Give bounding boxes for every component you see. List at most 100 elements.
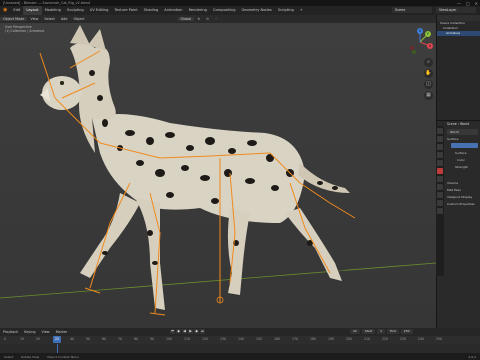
frame-tick: 180 — [310, 337, 317, 341]
viewport-info: User Perspective (1) Collection | Armatu… — [5, 25, 44, 33]
frame-tick: 220 — [382, 337, 389, 341]
physics-tab-icon[interactable] — [437, 192, 443, 198]
viewport-header: Object Mode View Select Add Object Globa… — [0, 15, 436, 23]
frame-tick: 110 — [184, 337, 191, 341]
frame-tick: 70 — [118, 337, 123, 341]
workspace-tab[interactable]: Modeling — [42, 6, 64, 15]
timeline-body[interactable] — [0, 344, 480, 353]
navigation-gizmo[interactable]: X Y Z — [405, 28, 435, 56]
timeline-ruler[interactable]: 0 10 20 40 50 60 70 80 90 100 110 120 13… — [0, 336, 480, 344]
add-menu[interactable]: Add — [58, 17, 71, 21]
frame-tick: 250 — [436, 337, 443, 341]
frame-tick: 40 — [70, 337, 75, 341]
workspace-tab[interactable]: UV Editing — [87, 6, 112, 15]
world-tab-icon[interactable] — [437, 168, 443, 174]
minimize-button[interactable]: — — [457, 1, 461, 6]
viewport-nav-buttons: ⌕ ✋ ◫ ▦ — [424, 58, 434, 100]
object-menu[interactable]: Object — [70, 17, 87, 21]
end-frame-field[interactable]: 250 — [400, 329, 413, 334]
blender-logo-icon[interactable]: ◉ — [0, 6, 10, 15]
playback-controls: ⏮ ◆ ◀ ▶ ◆ ⏭ — [170, 329, 205, 334]
render-tab-icon[interactable] — [437, 136, 443, 142]
pan-icon[interactable]: ✋ — [424, 69, 433, 78]
select-menu[interactable]: Select — [41, 17, 57, 21]
properties-tab-column — [436, 126, 444, 276]
close-button[interactable]: ✕ — [475, 1, 478, 6]
snap-icon[interactable]: ⊙ — [203, 17, 212, 21]
constraint-tab-icon[interactable] — [437, 200, 443, 206]
mode-selector[interactable]: Object Mode — [0, 17, 28, 21]
workspace-tab[interactable]: Texture Paint — [111, 6, 140, 15]
play-reverse-icon[interactable]: ◀ — [182, 329, 187, 334]
jump-start-icon[interactable]: ⏮ — [170, 329, 175, 334]
view-menu[interactable]: View — [39, 330, 53, 334]
transform-orientation-selector[interactable]: Global — [177, 17, 195, 21]
active-object-label: (1) Collection | Armature — [5, 29, 45, 33]
proportional-edit-icon[interactable]: ⁘ — [212, 17, 221, 21]
current-frame-field[interactable]: 22 — [350, 329, 360, 334]
output-tab-icon[interactable] — [437, 144, 443, 150]
frame-tick: 20 — [36, 337, 41, 341]
outliner-row-selected[interactable]: Armature — [437, 31, 480, 36]
frame-tick: 230 — [400, 337, 407, 341]
scene-tab-icon[interactable] — [437, 160, 443, 166]
playback-menu[interactable]: Playback — [0, 330, 21, 334]
pivot-icon[interactable]: ↻ — [194, 17, 203, 21]
workspace-tab[interactable]: Animation — [161, 6, 185, 15]
frame-tick: 100 — [166, 337, 173, 341]
status-bar: Select Rotate View Object Context Menu 4… — [0, 353, 480, 360]
start-label: Start — [361, 329, 376, 334]
frame-tick: 200 — [346, 337, 353, 341]
object-tab-icon[interactable] — [437, 176, 443, 182]
surface-shader-field[interactable] — [451, 143, 478, 148]
start-frame-field[interactable]: 1 — [377, 329, 386, 334]
workspace-tab-active[interactable]: Layout — [23, 6, 42, 15]
frame-tick: 160 — [274, 337, 281, 341]
workspace-tab[interactable]: Edit — [10, 6, 23, 15]
playhead[interactable]: 22 — [53, 336, 61, 343]
maximize-button[interactable]: □ — [466, 1, 470, 6]
jump-end-icon[interactable]: ⏭ — [200, 329, 205, 334]
zoom-icon[interactable]: ⌕ — [424, 58, 433, 67]
marker-menu[interactable]: Marker — [53, 330, 71, 334]
frame-tick: 140 — [238, 337, 245, 341]
frame-tick: 120 — [202, 337, 209, 341]
world-selector[interactable]: World — [447, 129, 478, 135]
status-hint: Rotate View — [21, 354, 40, 359]
grid-icon[interactable]: ▦ — [424, 91, 433, 100]
workspace-tab[interactable]: Sculpting — [64, 6, 87, 15]
prev-key-icon[interactable]: ◆ — [176, 329, 181, 334]
workspace-tab[interactable]: Shading — [141, 6, 162, 15]
next-key-icon[interactable]: ◆ — [194, 329, 199, 334]
scene-selector[interactable]: Scene — [392, 7, 432, 13]
tool-tab-icon[interactable] — [437, 128, 443, 134]
workspace-tab[interactable]: Compositing — [210, 6, 239, 15]
view-layer-selector[interactable]: ViewLayer — [436, 7, 476, 13]
frame-tick: 80 — [134, 337, 139, 341]
frame-tick: 0 — [4, 337, 7, 341]
frame-tick: 240 — [418, 337, 425, 341]
view-layer-tab-icon[interactable] — [437, 152, 443, 158]
keying-menu[interactable]: Keying — [21, 330, 38, 334]
3d-viewport[interactable] — [0, 23, 436, 328]
frame-tick: 210 — [364, 337, 371, 341]
frame-tick: 50 — [86, 337, 91, 341]
play-icon[interactable]: ▶ — [188, 329, 193, 334]
camera-icon[interactable]: ◫ — [424, 80, 433, 89]
status-hint: Select — [4, 354, 14, 359]
data-tab-icon[interactable] — [437, 208, 443, 214]
outliner-panel: Scene Collection Collection Armature — [436, 15, 480, 120]
status-hint: Object Context Menu — [47, 354, 79, 359]
frame-tick: 170 — [292, 337, 299, 341]
workspace-tab[interactable]: Rendering — [186, 6, 210, 15]
add-workspace-button[interactable]: + — [297, 6, 306, 15]
frame-tick: 60 — [102, 337, 107, 341]
frame-range: 22 Start 1 End 250 — [350, 329, 413, 334]
workspace-tab[interactable]: Scripting — [275, 6, 297, 15]
view-menu[interactable]: View — [27, 17, 41, 21]
frame-tick: 150 — [256, 337, 263, 341]
frame-tick: 10 — [20, 337, 25, 341]
modifier-tab-icon[interactable] — [437, 184, 443, 190]
workspace-tab[interactable]: Geometry Nodes — [238, 6, 274, 15]
playhead-line — [57, 344, 58, 353]
